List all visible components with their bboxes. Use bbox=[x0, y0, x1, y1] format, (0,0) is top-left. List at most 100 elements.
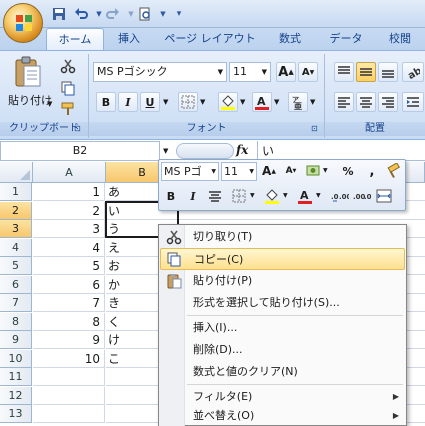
row-header[interactable]: 2 bbox=[0, 202, 32, 220]
align-left-button[interactable] bbox=[334, 92, 354, 112]
borders-button[interactable] bbox=[178, 92, 198, 112]
align-bottom-button[interactable] bbox=[378, 62, 398, 82]
office-button[interactable] bbox=[3, 3, 43, 43]
phonetic-dropdown-icon[interactable]: ▼ bbox=[310, 98, 315, 106]
italic-button[interactable]: I bbox=[118, 92, 138, 112]
customize-qat-icon[interactable]: ▾ bbox=[170, 5, 188, 23]
mini-center-button[interactable] bbox=[205, 186, 225, 206]
mini-fill-color-button[interactable] bbox=[262, 186, 282, 206]
align-center-button[interactable] bbox=[356, 92, 376, 112]
row-header[interactable]: 7 bbox=[0, 294, 32, 312]
print-preview-icon[interactable] bbox=[136, 5, 154, 23]
mini-percent-button[interactable]: % bbox=[338, 161, 358, 181]
tab-home[interactable]: ホーム bbox=[46, 28, 104, 50]
mini-comma-button[interactable]: , bbox=[362, 161, 382, 181]
mini-bold-button[interactable]: B bbox=[161, 186, 181, 206]
cell-a[interactable] bbox=[33, 405, 105, 423]
mini-font-color-dropdown-icon[interactable]: ▼ bbox=[316, 192, 321, 199]
mini-grow-font-button[interactable]: A ▲ bbox=[259, 161, 279, 181]
phonetic-button[interactable]: ア亜 bbox=[288, 92, 308, 112]
font-color-button[interactable]: A bbox=[252, 92, 272, 112]
cell-a[interactable]: 1 bbox=[33, 183, 105, 201]
cell-a[interactable]: 4 bbox=[33, 239, 105, 257]
font-color-dropdown-icon[interactable]: ▼ bbox=[274, 98, 279, 106]
menu-item-delete[interactable]: 削除(D)... bbox=[160, 339, 405, 361]
mini-italic-button[interactable]: I bbox=[183, 186, 203, 206]
format-painter-icon[interactable] bbox=[60, 101, 76, 117]
paste-icon[interactable] bbox=[10, 56, 44, 88]
font-size-select[interactable]: 11 ▼ bbox=[229, 62, 271, 82]
underline-button[interactable]: U bbox=[140, 92, 160, 112]
align-right-button[interactable] bbox=[378, 92, 398, 112]
tab-insert[interactable]: 挿入 bbox=[108, 28, 150, 50]
mini-decrease-decimal-button[interactable]: .00.0 bbox=[352, 186, 372, 206]
cell-a[interactable]: 8 bbox=[33, 313, 105, 331]
copy-icon[interactable] bbox=[60, 80, 76, 96]
mini-borders-dropdown-icon[interactable]: ▼ bbox=[250, 192, 255, 199]
shrink-font-button[interactable]: A ▼ bbox=[298, 62, 318, 82]
formula-input[interactable]: い bbox=[257, 141, 425, 161]
cell-a[interactable]: 3 bbox=[33, 220, 105, 238]
menu-item-insert[interactable]: 挿入(I)... bbox=[160, 317, 405, 339]
mini-borders-button[interactable] bbox=[229, 186, 249, 206]
row-header[interactable]: 1 bbox=[0, 183, 32, 201]
underline-dropdown-icon[interactable]: ▼ bbox=[163, 98, 168, 106]
paste-dropdown-icon[interactable]: ▼ bbox=[47, 100, 52, 108]
menu-item-clear-contents[interactable]: 数式と値のクリア(N) bbox=[160, 361, 405, 383]
row-header[interactable]: 5 bbox=[0, 257, 32, 275]
clipboard-launcher-icon[interactable]: ⊡ bbox=[74, 124, 81, 133]
row-header[interactable]: 6 bbox=[0, 276, 32, 294]
mini-format-painter-button[interactable] bbox=[384, 161, 404, 181]
cell-a[interactable]: 5 bbox=[33, 257, 105, 275]
row-header[interactable]: 8 bbox=[0, 313, 32, 331]
cell-a[interactable] bbox=[33, 387, 105, 405]
mini-merge-center-button[interactable] bbox=[374, 186, 394, 206]
menu-item-paste-special[interactable]: 形式を選択して貼り付け(S)... bbox=[160, 292, 405, 314]
save-icon[interactable] bbox=[50, 5, 68, 23]
menu-item-paste[interactable]: 貼り付け(P) bbox=[160, 270, 405, 292]
tab-data[interactable]: データ bbox=[322, 28, 370, 50]
name-box-dropdown-icon[interactable]: ▼ bbox=[163, 147, 168, 155]
font-launcher-icon[interactable]: ⊡ bbox=[311, 124, 318, 133]
tab-formulas[interactable]: 数式 bbox=[268, 28, 312, 50]
align-middle-button[interactable] bbox=[356, 62, 376, 82]
mini-font-size-select[interactable]: 11 ▼ bbox=[221, 162, 257, 181]
tab-page-layout[interactable]: ページ レイアウト bbox=[160, 28, 260, 50]
bold-button[interactable]: B bbox=[96, 92, 116, 112]
cell-a[interactable]: 2 bbox=[33, 202, 105, 220]
menu-item-cut[interactable]: 切り取り(T) bbox=[160, 226, 405, 248]
font-name-select[interactable]: MS Pゴシック ▼ bbox=[93, 62, 227, 82]
select-all-corner[interactable] bbox=[0, 162, 33, 183]
row-header[interactable]: 11 bbox=[0, 368, 32, 386]
row-header[interactable]: 12 bbox=[0, 387, 32, 405]
row-header[interactable]: 9 bbox=[0, 331, 32, 349]
orientation-button[interactable]: ab bbox=[402, 62, 424, 82]
mini-increase-decimal-button[interactable]: .0.00 bbox=[330, 186, 350, 206]
cell-a[interactable]: 7 bbox=[33, 294, 105, 312]
menu-item-copy[interactable]: コピー(C) bbox=[160, 248, 405, 270]
borders-dropdown-icon[interactable]: ▼ bbox=[200, 98, 205, 106]
align-top-button[interactable] bbox=[334, 62, 354, 82]
insert-function-button[interactable]: fx bbox=[236, 143, 254, 159]
mini-number-format-button[interactable] bbox=[304, 161, 324, 181]
undo-icon[interactable] bbox=[72, 5, 90, 23]
name-box[interactable]: B2 bbox=[0, 141, 160, 161]
mini-font-color-button[interactable]: A bbox=[295, 186, 315, 206]
row-header[interactable]: 3 bbox=[0, 220, 32, 238]
row-header[interactable]: 4 bbox=[0, 239, 32, 257]
column-header-a[interactable]: A bbox=[33, 162, 106, 183]
mini-shrink-font-button[interactable]: A ▼ bbox=[281, 161, 301, 181]
indent-button[interactable] bbox=[402, 92, 424, 112]
cell-a[interactable]: 6 bbox=[33, 276, 105, 294]
cell-a[interactable]: 10 bbox=[33, 350, 105, 368]
cell-a[interactable]: 9 bbox=[33, 331, 105, 349]
fill-color-dropdown-icon[interactable]: ▼ bbox=[240, 98, 245, 106]
row-header[interactable]: 10 bbox=[0, 350, 32, 368]
tab-review[interactable]: 校閲 bbox=[378, 28, 422, 50]
mini-font-name-select[interactable]: MS Pゴ ▼ bbox=[161, 162, 219, 181]
formula-bar-splitter[interactable] bbox=[176, 143, 234, 159]
mini-fill-color-dropdown-icon[interactable]: ▼ bbox=[283, 192, 288, 199]
row-header[interactable]: 13 bbox=[0, 405, 32, 423]
cell-a[interactable] bbox=[33, 368, 105, 386]
fill-color-button[interactable] bbox=[218, 92, 238, 112]
